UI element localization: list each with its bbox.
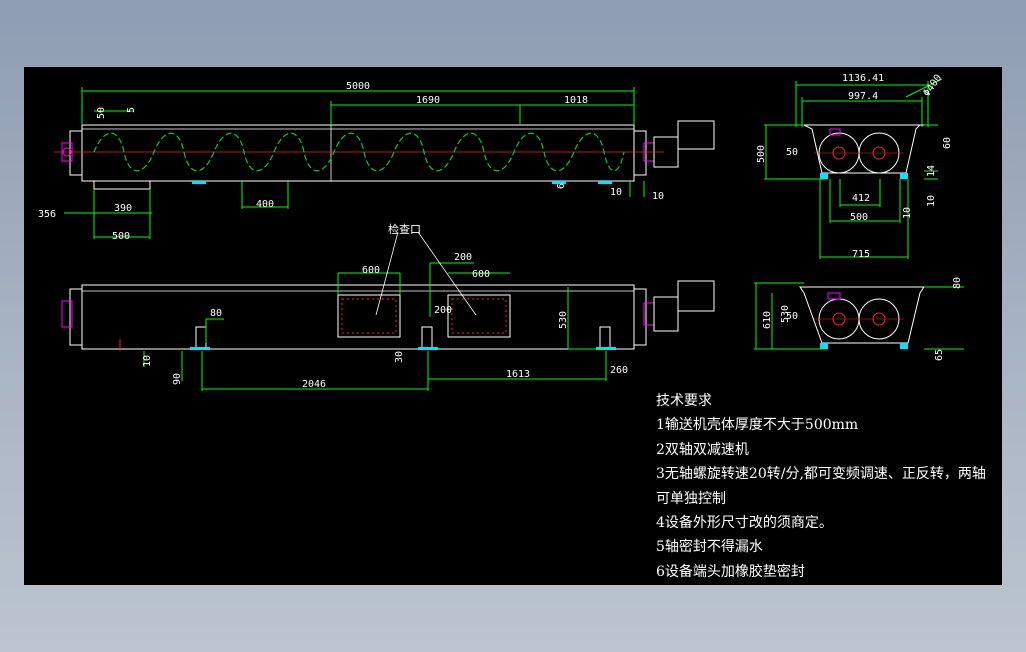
dim-section-10b: 10 (926, 195, 937, 207)
note-2: 2双轴双减速机 (656, 441, 749, 458)
dim-30: 30 (394, 351, 405, 363)
dim-500-horizontal: 500 (850, 212, 868, 223)
inspection-port-label: 检查口 (388, 222, 421, 236)
dim-phi400: Φ400 (921, 73, 944, 99)
dim-90: 90 (172, 373, 183, 385)
dim-section-50: 50 (786, 147, 798, 158)
dim-715: 715 (852, 249, 870, 260)
dim-60: 60 (942, 137, 953, 149)
note-4: 4设备外形尺寸改的须商定。 (656, 515, 833, 532)
dim-1136: 1136.41 (842, 73, 884, 84)
dim-600b: 600 (472, 269, 490, 280)
dim-50: 50 (96, 107, 107, 119)
dim-1018: 1018 (564, 95, 588, 106)
dim-2046: 2046 (302, 379, 326, 390)
note-1: 1输送机壳体厚度不大于500mm (656, 417, 859, 434)
dim-400: 400 (256, 199, 274, 210)
top-section-view (764, 78, 943, 259)
dim-14: 14 (926, 165, 937, 177)
dim-500-vertical: 500 (756, 145, 767, 163)
dim-10b: 10 (652, 191, 664, 202)
note-5: 5轴密封不得漏水 (656, 539, 763, 556)
note-6: 6设备端头加橡胶垫密封 (656, 563, 805, 580)
dim-65: 65 (934, 349, 945, 361)
dim-1690: 1690 (416, 95, 440, 106)
dim-260: 260 (610, 365, 628, 376)
dim-b-50: 50 (786, 311, 798, 322)
dim-200a: 200 (454, 252, 472, 263)
dim-10c: 10 (142, 355, 153, 367)
dim-6: 6 (556, 183, 567, 189)
top-front-view (54, 87, 715, 239)
dim-500-left: 500 (112, 231, 130, 242)
notes-title: 技术要求 (656, 393, 712, 409)
dim-80: 80 (210, 308, 222, 319)
dim-section-10a: 10 (902, 207, 913, 219)
dim-610: 610 (762, 311, 773, 329)
dim-10a: 10 (610, 187, 622, 198)
note-3: 3无轴螺旋转速20转/分,都可变频调速、正反转，两轴可单独控制 (656, 466, 986, 507)
dim-1613: 1613 (506, 369, 530, 380)
dim-600a: 600 (362, 265, 380, 276)
dim-530: 530 (558, 311, 569, 329)
dim-997: 997.4 (848, 91, 878, 102)
dim-5: 5 (126, 107, 137, 113)
technical-requirements: 技术要求 1输送机壳体厚度不大于500mm 2双轴双减速机 3无轴螺旋转速20转… (656, 389, 996, 584)
dim-b-80: 80 (952, 277, 963, 289)
cad-viewport[interactable]: 5000 50 5 1690 1018 400 390 356 500 6 10… (24, 67, 1002, 585)
dim-412: 412 (852, 193, 870, 204)
dim-200b: 200 (434, 305, 452, 316)
dim-390: 390 (114, 203, 132, 214)
dim-total-length: 5000 (346, 81, 370, 92)
dim-356: 356 (38, 209, 56, 220)
